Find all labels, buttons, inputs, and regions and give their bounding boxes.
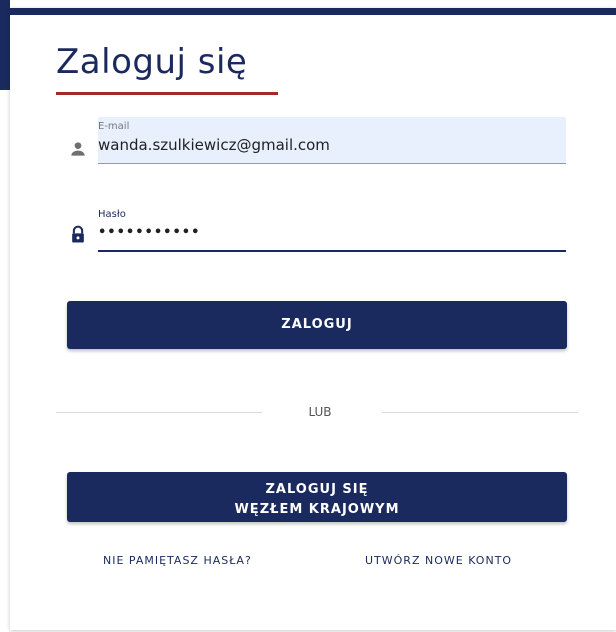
divider-line-left	[56, 412, 262, 413]
lock-icon	[68, 225, 88, 245]
login-button[interactable]: ZALOGUJ	[67, 301, 567, 349]
password-label: Hasło	[98, 209, 126, 220]
create-account-link[interactable]: UTWÓRZ NOWE KONTO	[365, 553, 512, 569]
national-node-line-2: WĘZŁEM KRAJOWYM	[234, 501, 400, 517]
password-field[interactable]: Hasło	[98, 205, 566, 252]
national-node-line-1: ZALOGUJ SIĘ	[265, 481, 369, 497]
national-node-login-button[interactable]: ZALOGUJ SIĘ WĘZŁEM KRAJOWYM	[67, 472, 567, 522]
login-card: Zaloguj się E-mail Hasło ZALOGUJ	[10, 8, 616, 630]
divider-line-right	[382, 412, 578, 413]
password-input[interactable]	[98, 222, 558, 244]
login-page: Zaloguj się E-mail Hasło ZALOGUJ	[0, 0, 616, 632]
person-icon	[68, 139, 88, 159]
email-field[interactable]: E-mail	[98, 117, 566, 164]
forgot-password-link[interactable]: NIE PAMIĘTASZ HASŁA?	[103, 553, 252, 569]
page-title: Zaloguj się	[56, 42, 248, 82]
divider-label: LUB	[308, 405, 332, 419]
title-underline	[56, 92, 278, 95]
email-label: E-mail	[98, 121, 130, 132]
email-input[interactable]	[98, 134, 558, 156]
left-accent-bar	[0, 0, 10, 90]
